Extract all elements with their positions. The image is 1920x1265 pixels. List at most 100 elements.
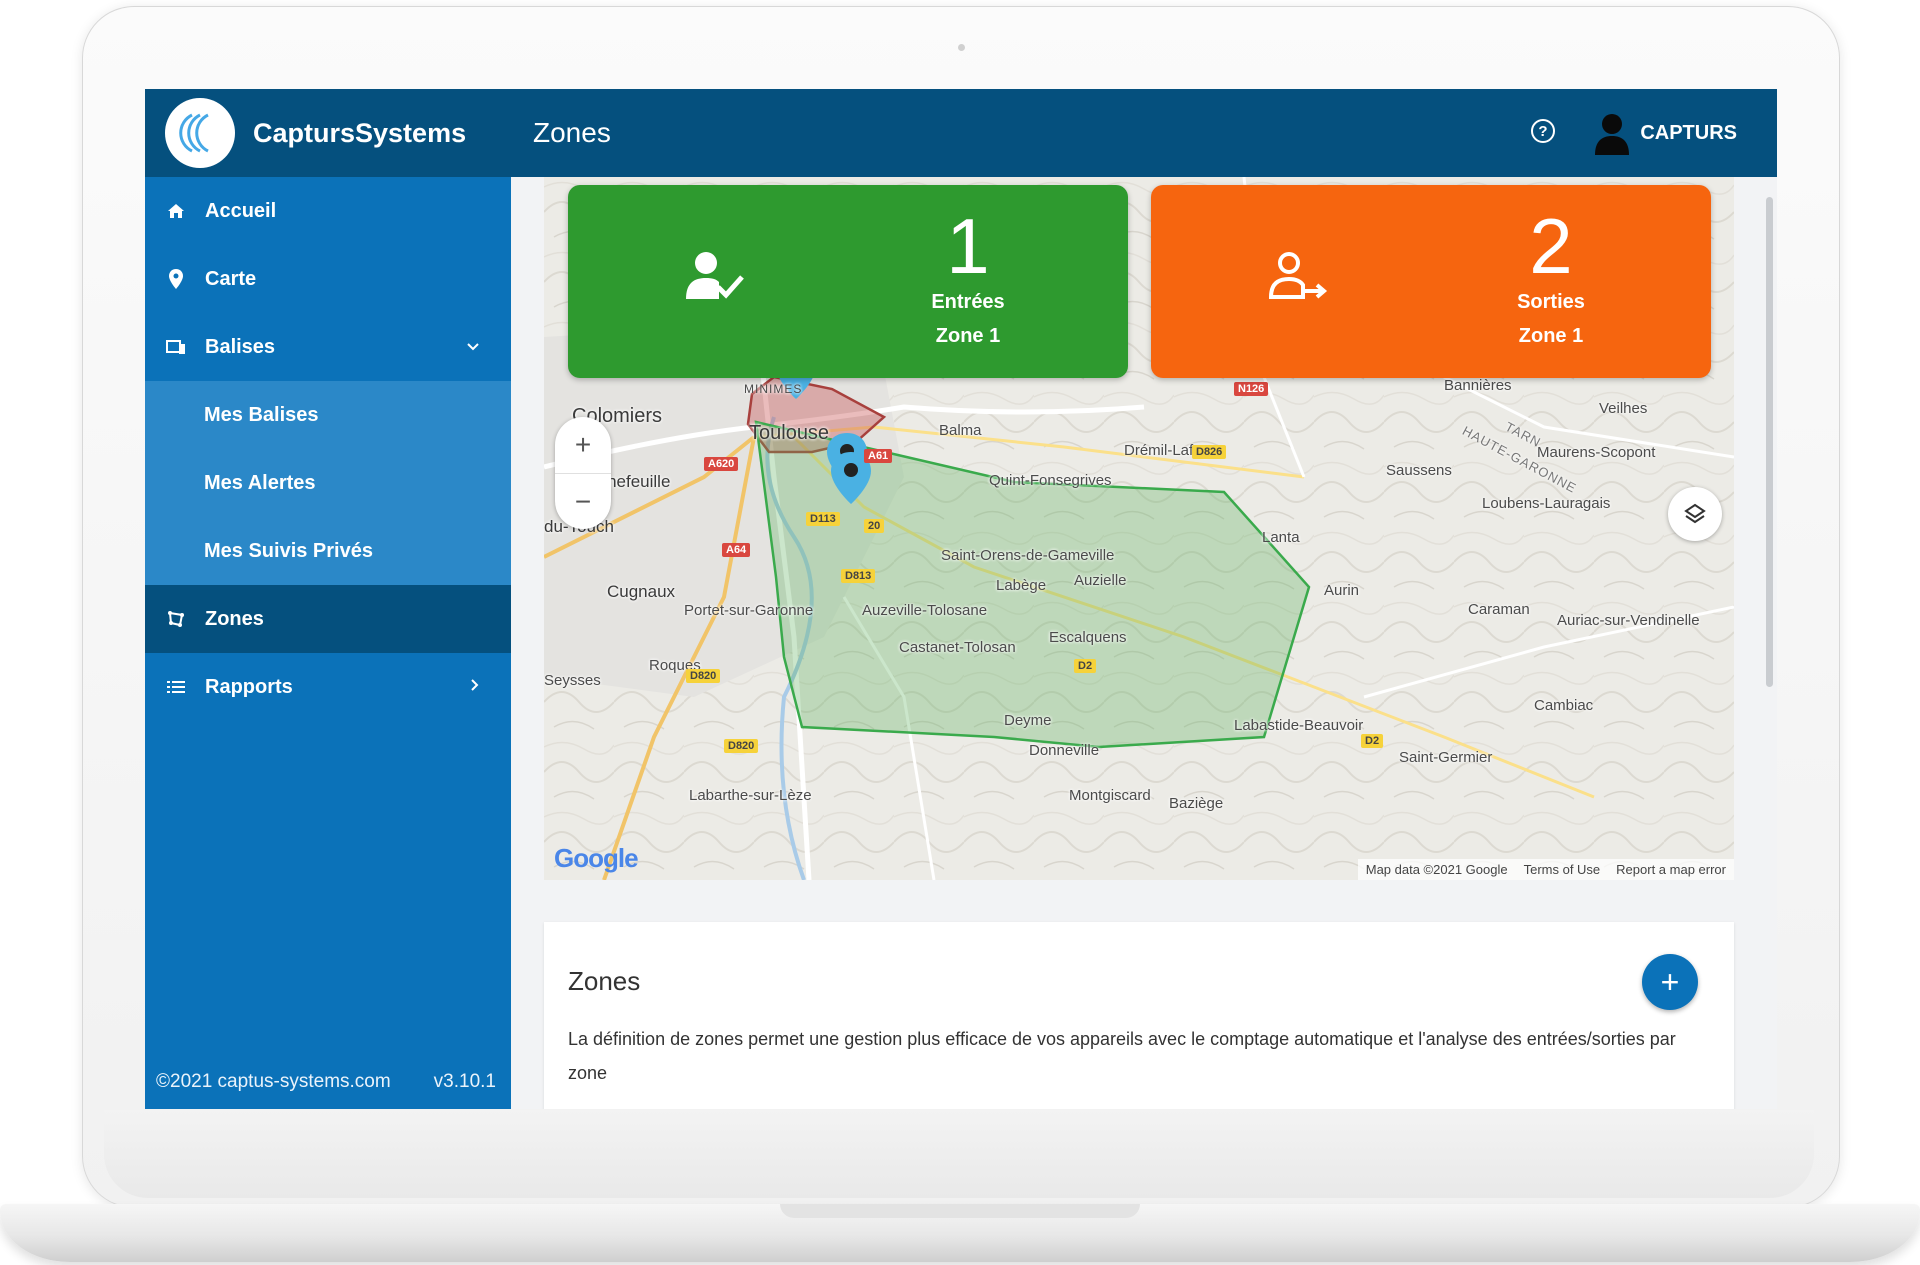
map-label: Cugnaux bbox=[607, 582, 676, 601]
map-label: Donneville bbox=[1029, 742, 1100, 759]
map-label: Seysses bbox=[544, 672, 601, 689]
user-name: CAPTURS bbox=[1640, 121, 1737, 144]
road-shield: D813 bbox=[841, 569, 876, 583]
sidebar-item-zones[interactable]: Zones bbox=[145, 585, 511, 653]
road-shield: A61 bbox=[864, 449, 893, 463]
sidebar-item-label: Mes Balises bbox=[204, 403, 319, 426]
footer-copyright: ©2021 captus-systems.com bbox=[156, 1071, 391, 1092]
map-label: Labastide-Beauvoir bbox=[1234, 717, 1364, 734]
map-label: Portet-sur-Garonne bbox=[684, 602, 814, 619]
sidebar-item-mes-alertes[interactable]: Mes Alertes bbox=[145, 449, 511, 517]
map-label: Auzielle bbox=[1074, 572, 1127, 589]
page-title: Zones bbox=[533, 117, 611, 148]
google-logo: Google bbox=[554, 843, 639, 873]
layers-button[interactable] bbox=[1668, 487, 1722, 541]
zones-panel: Zones + La définition de zones permet un… bbox=[544, 922, 1734, 1109]
home-icon bbox=[165, 200, 187, 222]
sidebar-item-mes-balises[interactable]: Mes Balises bbox=[145, 381, 511, 449]
top-bar: Zones ? CAPTURS bbox=[511, 89, 1777, 177]
exits-label: Sorties bbox=[1517, 291, 1585, 313]
entries-zone: Zone 1 bbox=[935, 325, 1001, 347]
road-shield: D2 bbox=[1074, 659, 1097, 673]
road-shield: D826 bbox=[1192, 445, 1227, 459]
map-label: Lanta bbox=[1262, 529, 1300, 546]
laptop-notch bbox=[780, 1204, 1140, 1218]
laptop-chin bbox=[104, 1110, 1814, 1198]
content-scrollbar[interactable] bbox=[1766, 197, 1773, 687]
map-label: Maurens-Scopont bbox=[1537, 444, 1656, 461]
road-shield: N126 bbox=[1234, 382, 1269, 396]
main-content: Colomiers Toulouse Balma MINIMES Drémil-… bbox=[511, 177, 1777, 1109]
app-screen: CaptursSystems Accueil Carte Balises Mes… bbox=[145, 89, 1777, 1109]
map-label: Caraman bbox=[1468, 601, 1530, 618]
sidebar-item-label: Zones bbox=[205, 607, 264, 630]
brand-header[interactable]: CaptursSystems bbox=[145, 89, 511, 177]
sidebar-item-balises[interactable]: Balises bbox=[145, 313, 511, 381]
sidebar-item-accueil[interactable]: Accueil bbox=[145, 177, 511, 245]
zoom-control: + − bbox=[555, 417, 611, 529]
user-exit-icon bbox=[1268, 252, 1328, 299]
road-shield: D820 bbox=[724, 739, 759, 753]
map-pin-icon bbox=[165, 268, 187, 290]
devices-icon bbox=[165, 336, 187, 358]
sidebar-item-label: Mes Suivis Privés bbox=[204, 539, 373, 562]
road-shield: A620 bbox=[704, 457, 739, 471]
sidebar-footer: ©2021 captus-systems.com v3.10.1 bbox=[156, 1071, 496, 1093]
sidebar-item-mes-suivis-prives[interactable]: Mes Suivis Privés bbox=[145, 517, 511, 585]
map-label: Montgiscard bbox=[1069, 787, 1151, 804]
user-check-icon bbox=[686, 252, 744, 299]
map-attribution: Map data ©2021 Google Terms of Use Repor… bbox=[1357, 859, 1734, 880]
add-zone-button[interactable]: + bbox=[1642, 954, 1698, 1010]
map-label: Labarthe-sur-Lèze bbox=[689, 787, 812, 804]
road-shield: D820 bbox=[686, 669, 721, 683]
zoom-in-button[interactable]: + bbox=[555, 417, 611, 474]
map-label: Balma bbox=[939, 422, 982, 439]
map-label: Cambiac bbox=[1534, 697, 1594, 714]
brand-logo-icon bbox=[165, 98, 235, 168]
layers-icon bbox=[1684, 503, 1706, 524]
map-label: Veilhes bbox=[1599, 400, 1648, 417]
map-label: MINIMES bbox=[744, 382, 803, 396]
report-error-link[interactable]: Report a map error bbox=[1616, 862, 1726, 877]
zoom-out-button[interactable]: − bbox=[555, 474, 611, 530]
zones-icon bbox=[165, 608, 187, 630]
brand-name: CaptursSystems bbox=[253, 117, 467, 148]
avatar-icon bbox=[1595, 114, 1630, 155]
map-label: Saint-Germier bbox=[1399, 749, 1493, 766]
map-label: Castanet-Tolosan bbox=[899, 639, 1016, 656]
map-label: Saussens bbox=[1386, 462, 1452, 479]
zones-description: La définition de zones permet une gestio… bbox=[568, 1029, 1676, 1083]
map-label: Loubens-Lauragais bbox=[1482, 495, 1611, 512]
zones-panel-title: Zones bbox=[568, 966, 641, 996]
laptop-camera bbox=[958, 44, 965, 51]
help-icon[interactable]: ? bbox=[1531, 119, 1555, 143]
map-label: Quint-Fonsegrives bbox=[989, 472, 1112, 489]
exits-zone: Zone 1 bbox=[1518, 325, 1584, 347]
sidebar-item-label: Balises bbox=[205, 335, 276, 358]
sidebar-item-label: Mes Alertes bbox=[204, 471, 316, 494]
user-menu[interactable]: CAPTURS bbox=[1594, 109, 1737, 157]
entries-card[interactable]: 1 Entrées Zone 1 bbox=[568, 185, 1128, 378]
sidebar: CaptursSystems Accueil Carte Balises Mes… bbox=[145, 89, 511, 1109]
map-label: Auzeville-Tolosane bbox=[862, 602, 988, 619]
sidebar-item-carte[interactable]: Carte bbox=[145, 245, 511, 313]
terms-link[interactable]: Terms of Use bbox=[1524, 862, 1601, 877]
road-shield: A64 bbox=[722, 543, 751, 557]
entries-count: 1 bbox=[946, 202, 990, 290]
map-label: Deyme bbox=[1004, 712, 1052, 729]
sidebar-item-label: Rapports bbox=[205, 675, 293, 698]
chevron-down-icon bbox=[467, 338, 479, 356]
exits-count: 2 bbox=[1529, 202, 1573, 290]
sidebar-item-label: Carte bbox=[205, 267, 257, 290]
entries-label: Entrées bbox=[931, 291, 1005, 313]
map-label: Aurin bbox=[1324, 582, 1360, 599]
map-label: Escalquens bbox=[1049, 629, 1127, 646]
map-label: Bannières bbox=[1444, 377, 1512, 394]
exits-card[interactable]: 2 Sorties Zone 1 bbox=[1151, 185, 1711, 378]
app-version: v3.10.1 bbox=[433, 1071, 496, 1092]
sidebar-item-rapports[interactable]: Rapports bbox=[145, 653, 511, 721]
map-label: Baziège bbox=[1169, 795, 1224, 812]
map-label: Labège bbox=[996, 577, 1047, 594]
road-shield: D2 bbox=[1361, 734, 1384, 748]
map-label: Auriac-sur-Vendinelle bbox=[1557, 612, 1700, 629]
